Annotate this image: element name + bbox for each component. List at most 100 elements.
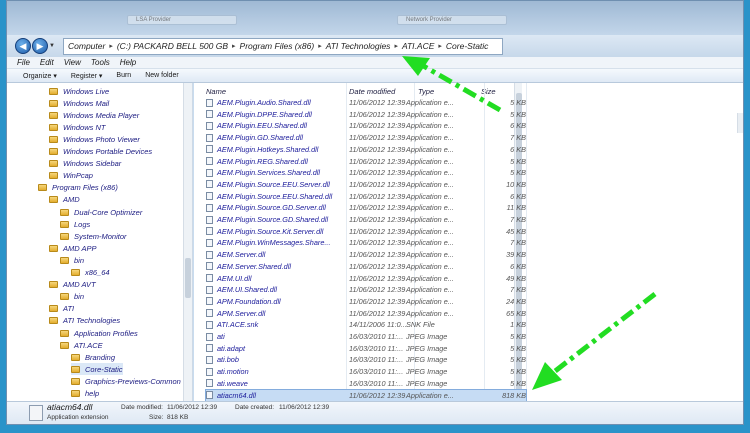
file-name-text: AEM.Plugin.Source.GD.Shared.dll: [217, 215, 329, 224]
file-row[interactable]: ati.weave 16/03/2010 11:... JPEG Image 5 KB: [206, 378, 526, 390]
navigation-scrollbar[interactable]: [183, 83, 192, 401]
file-type: Application e...: [406, 238, 454, 248]
tree-item[interactable]: x86_64: [71, 267, 110, 279]
file-row[interactable]: APM.Foundation.dll 11/06/2012 12:39 Applic…: [206, 296, 526, 308]
file-date: 11/06/2012 12:39: [349, 144, 406, 154]
menu-edit[interactable]: Edit: [40, 58, 54, 67]
tree-item[interactable]: Application Profiles: [60, 327, 138, 339]
back-button[interactable]: ◀: [15, 38, 31, 54]
file-row[interactable]: AEM.Plugin.Hotkeys.Shared.dll 11/06/2012 …: [206, 144, 526, 156]
file-icon: [206, 133, 213, 142]
tree-item[interactable]: Dual-Core Optimizer: [60, 206, 142, 218]
tree-item[interactable]: Windows Media Player: [49, 109, 139, 121]
file-row[interactable]: AEM.Plugin.GD.Shared.dll 11/06/2012 12:39…: [206, 132, 526, 144]
pane-scroll-handle[interactable]: [737, 113, 743, 133]
burn-button[interactable]: Burn: [116, 72, 131, 79]
file-row[interactable]: ati.bob 16/03/2010 11:... JPEG Image 5 KB: [206, 354, 526, 366]
folder-icon: [49, 244, 58, 252]
file-row[interactable]: AEM.Server.dll 11/06/2012 12:39 Applicatio…: [206, 249, 526, 261]
file-name-text: AEM.Server.dll: [217, 250, 266, 260]
breadcrumb-item[interactable]: ATI.ACE: [402, 41, 434, 51]
breadcrumb-item[interactable]: Core-Static: [446, 41, 489, 51]
tree-item[interactable]: AMD APP: [49, 242, 96, 254]
column-type[interactable]: Type: [418, 87, 434, 96]
tree-item[interactable]: ATI: [49, 303, 74, 315]
tab-network-provider[interactable]: Network Provider: [397, 15, 507, 25]
file-icon: [206, 297, 213, 306]
file-row[interactable]: AEM.Plugin.WinMessages.Share... 11/06/201…: [206, 237, 526, 249]
file-row[interactable]: AEM.Plugin.DPPE.Shared.dll 11/06/2012 12:…: [206, 109, 526, 121]
tree-item[interactable]: Windows Mail: [49, 97, 109, 109]
breadcrumb-separator-icon[interactable]: ▸: [438, 42, 442, 50]
tree-item-label: AMD APP: [63, 243, 97, 253]
file-row[interactable]: AEM.Server.Shared.dll 11/06/2012 12:39 App…: [206, 261, 526, 273]
column-date-modified[interactable]: Date modified: [349, 87, 395, 96]
folder-icon: [49, 123, 58, 131]
file-row[interactable]: ATI.ACE.snk 14/11/2006 11:0... SNK File 1 K…: [206, 319, 526, 331]
menu-help[interactable]: Help: [120, 58, 136, 67]
tree-item[interactable]: bin: [60, 254, 84, 266]
breadcrumb-item[interactable]: ATI Technologies: [326, 41, 391, 51]
tree-item[interactable]: bin: [60, 291, 84, 303]
tree-item[interactable]: Graphics-Previews-Common: [71, 375, 181, 387]
file-row[interactable]: APM.Server.dll 11/06/2012 12:39 Applicatio…: [206, 308, 526, 320]
file-row[interactable]: AEM.Plugin.Services.Shared.dll 11/06/2012…: [206, 167, 526, 179]
tree-item[interactable]: Windows NT: [49, 121, 105, 133]
tree-item[interactable]: System-Monitor: [60, 230, 127, 242]
file-row[interactable]: AEM.Plugin.REG.Shared.dll 11/06/2012 12:3…: [206, 156, 526, 168]
menu-file[interactable]: File: [17, 58, 30, 67]
file-name-text: AEM.Plugin.GD.Shared.dll: [217, 133, 303, 143]
file-row[interactable]: ati 16/03/2010 11:... JPEG Image 5 KB: [206, 331, 526, 343]
file-row[interactable]: AEM.Plugin.Audio.Shared.dll 11/06/2012 12…: [206, 97, 526, 109]
column-divider[interactable]: [526, 83, 527, 401]
file-row[interactable]: AEM.Plugin.EEU.Shared.dll 11/06/2012 12:3…: [206, 120, 526, 132]
menu-view[interactable]: View: [64, 58, 81, 67]
tree-item[interactable]: ATI Technologies: [49, 315, 120, 327]
address-bar[interactable]: Computer ▸ (C:) PACKARD BELL 500 GB ▸ Progra…: [63, 37, 503, 55]
tree-item[interactable]: Windows Live: [49, 85, 109, 97]
tree-item[interactable]: AMD: [49, 194, 80, 206]
tree-item[interactable]: Core-Static: [71, 363, 123, 376]
file-row[interactable]: AEM.Plugin.Source.EEU.Server.dll 11/06/20…: [206, 179, 526, 191]
file-row[interactable]: ati.adapt 16/03/2010 11:... JPEG Image 5 KB: [206, 343, 526, 355]
file-row[interactable]: AEM.Plugin.Source.EEU.Shared.dll 11/06/20…: [206, 191, 526, 203]
tab-lsa-provider[interactable]: LSA Provider: [127, 15, 237, 25]
file-size: 5 KB: [510, 168, 526, 178]
new-folder-button[interactable]: New folder: [145, 72, 178, 79]
tree-item[interactable]: help: [71, 388, 99, 400]
file-row[interactable]: AEM.Plugin.Source.GD.Server.dll 11/06/201…: [206, 202, 526, 214]
breadcrumb-item[interactable]: (C:) PACKARD BELL 500 GB: [117, 41, 228, 51]
breadcrumb-separator-icon[interactable]: ▸: [318, 42, 322, 50]
register-button[interactable]: Register ▾: [71, 72, 103, 80]
file-date: 11/06/2012 12:39: [349, 156, 406, 166]
file-row[interactable]: AEM.Plugin.Source.Kit.Server.dll 11/06/20…: [206, 226, 526, 238]
file-row[interactable]: AEM.UI.dll 11/06/2012 12:39 Application e.…: [206, 273, 526, 285]
file-date: 16/03/2010 11:...: [349, 343, 404, 353]
history-dropdown-icon[interactable]: ▼: [49, 43, 57, 49]
scrollbar-thumb[interactable]: [185, 258, 191, 298]
tree-item[interactable]: Logs: [60, 218, 90, 230]
forward-button[interactable]: ▶: [32, 38, 48, 54]
breadcrumb-separator-icon[interactable]: ▸: [109, 42, 113, 50]
breadcrumb-separator-icon[interactable]: ▸: [394, 42, 398, 50]
menu-tools[interactable]: Tools: [91, 58, 110, 67]
tree-item[interactable]: Branding: [71, 351, 115, 363]
tree-item[interactable]: Program Files (x86): [38, 182, 118, 194]
file-row[interactable]: ati.motion 16/03/2010 11:... JPEG Image 5 K…: [206, 366, 526, 378]
file-name: AEM.Plugin.Source.GD.Server.dll: [206, 203, 326, 212]
organize-button[interactable]: Organize ▾: [23, 72, 57, 80]
file-row[interactable]: AEM.Plugin.Source.GD.Shared.dll 11/06/201…: [206, 214, 526, 226]
file-row[interactable]: atiacm64.dll 11/06/2012 12:39 Application …: [205, 388, 527, 401]
tree-item[interactable]: AMD AVT: [49, 279, 96, 291]
file-row[interactable]: AEM.UI.Shared.dll 11/06/2012 12:39 Applica…: [206, 284, 526, 296]
tree-item[interactable]: Windows Sidebar: [49, 158, 121, 170]
tree-item[interactable]: Windows Portable Devices: [49, 146, 152, 158]
file-type: Application e...: [406, 156, 454, 166]
tree-item[interactable]: ATI.ACE: [60, 339, 103, 351]
column-name[interactable]: Name: [206, 87, 226, 96]
breadcrumb-separator-icon[interactable]: ▸: [232, 42, 236, 50]
breadcrumb-item[interactable]: Computer: [68, 41, 105, 51]
tree-item[interactable]: Windows Photo Viewer: [49, 133, 140, 145]
tree-item[interactable]: WinPcap: [49, 170, 93, 182]
breadcrumb-item[interactable]: Program Files (x86): [240, 41, 315, 51]
